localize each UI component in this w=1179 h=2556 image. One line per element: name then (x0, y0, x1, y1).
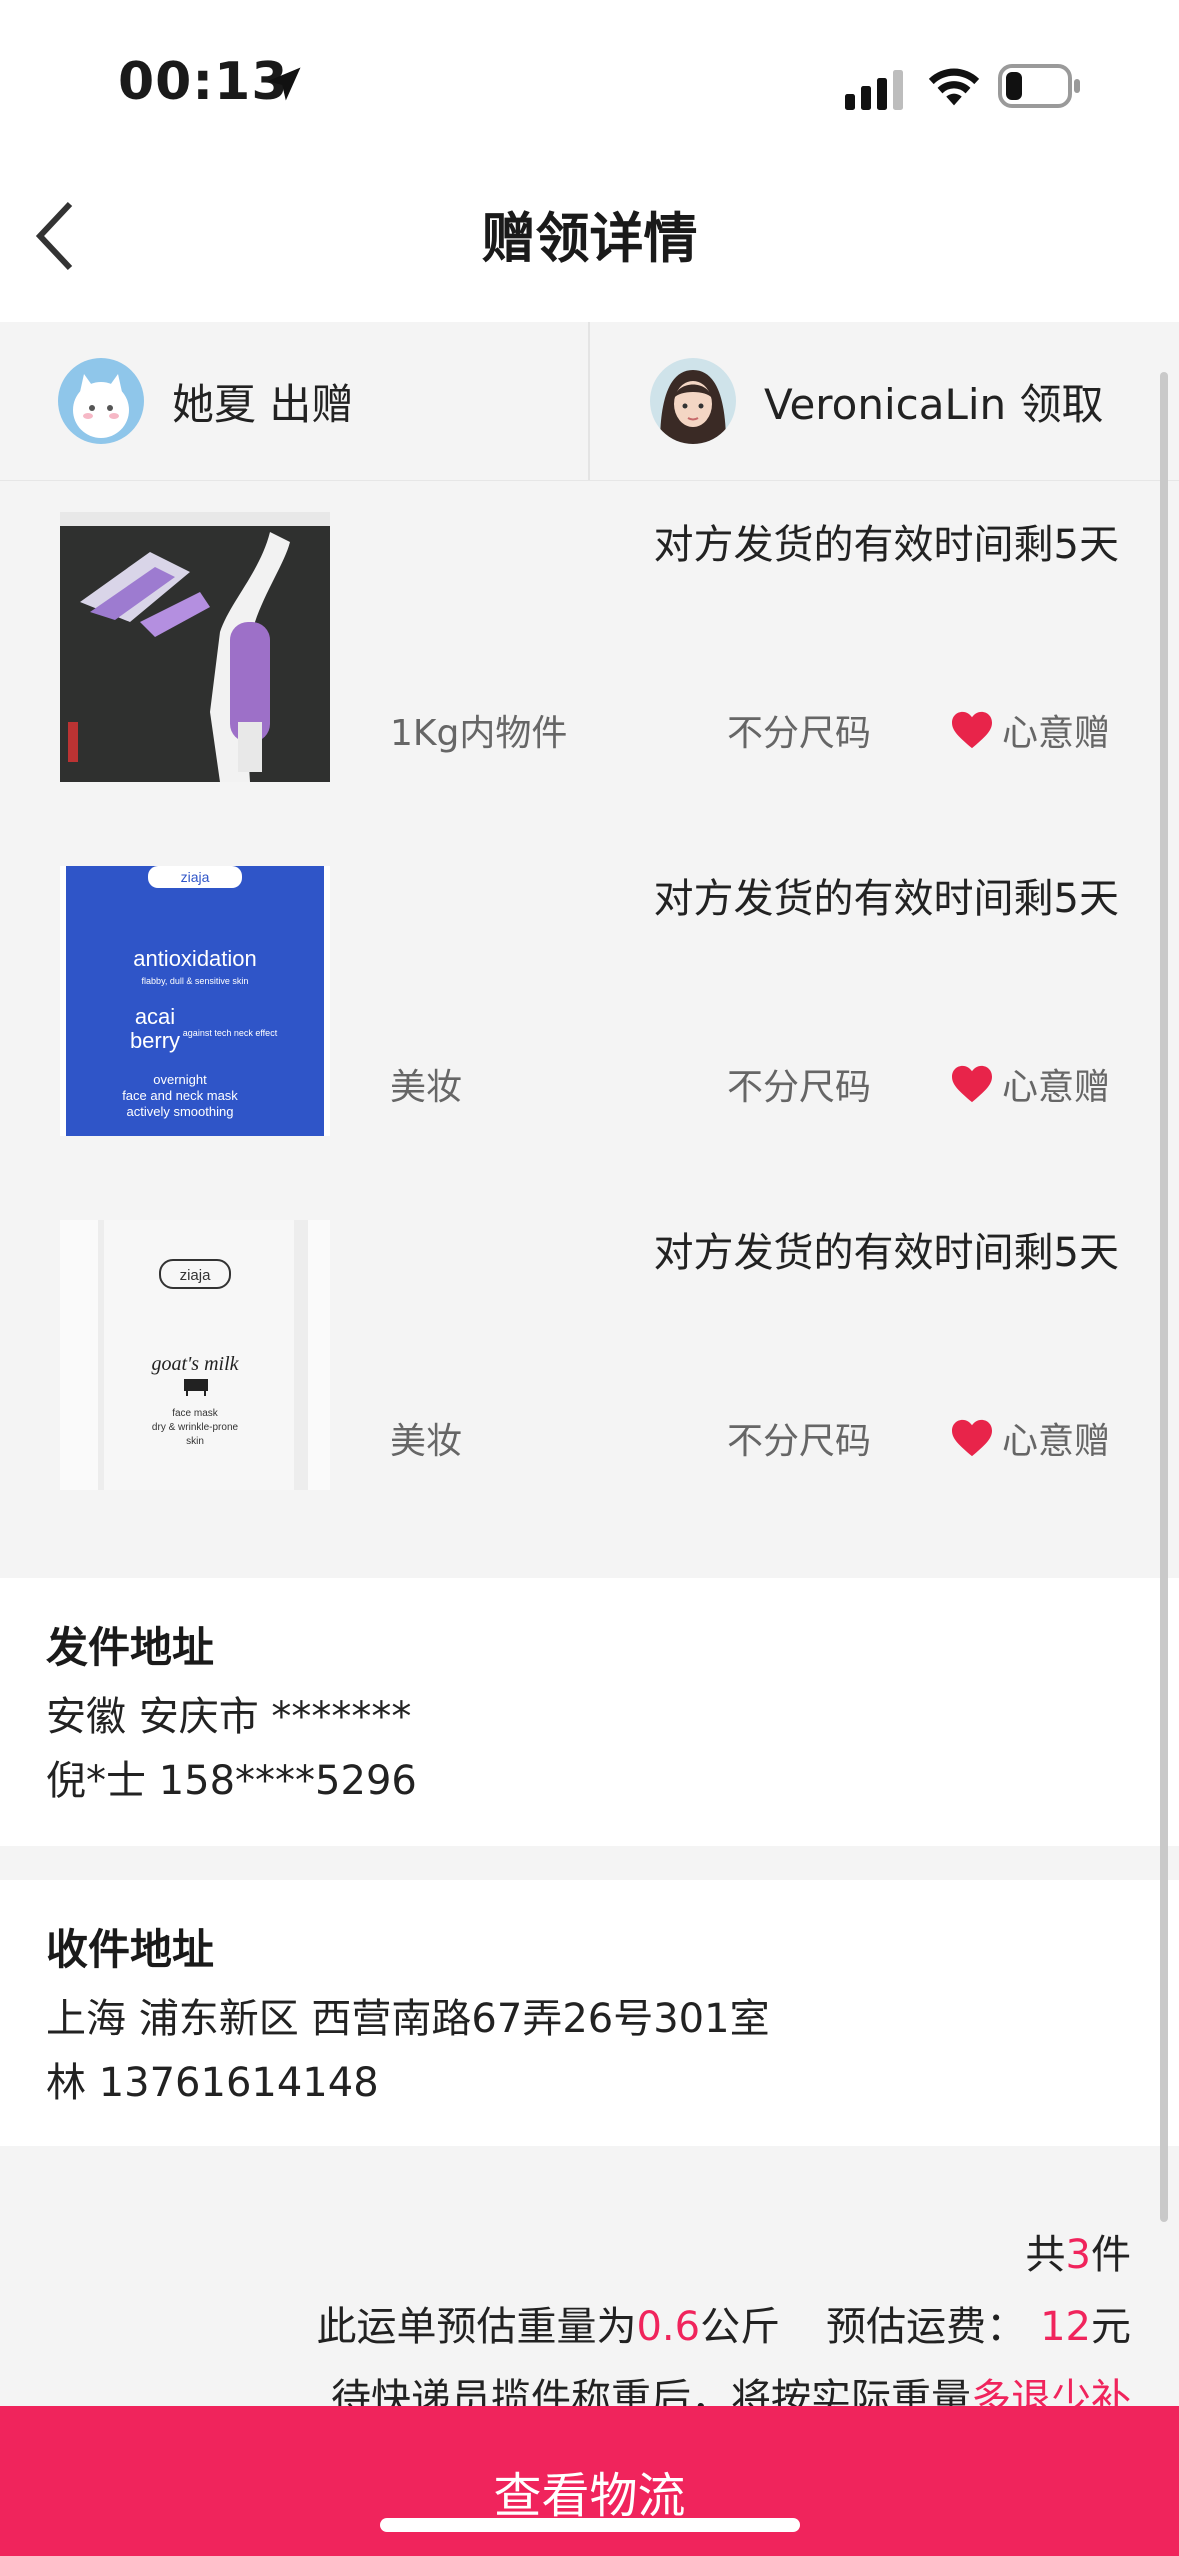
mask-line5-text: against tech neck effect (183, 1028, 278, 1038)
sender-address-title: 发件地址 (46, 1623, 215, 1672)
receiver-avatar (650, 358, 736, 444)
item-gift-type-label: 心意赠 (1002, 1421, 1111, 1462)
heart-icon (952, 1065, 992, 1103)
mask-line8-text: actively smoothing (127, 1104, 234, 1119)
mask-line1-text: antioxidation (133, 946, 257, 971)
sender-contact: 倪*士 158****5296 (46, 1758, 417, 1804)
location-arrow-icon (267, 67, 301, 101)
fee-prefix: 预估运费： (826, 2304, 1027, 2350)
receiver-user[interactable]: VeronicaLin 领取 (650, 322, 1104, 480)
receiver-address-detail: 上海 浦东新区 西营南路67弄26号301室 (46, 1996, 770, 2042)
gift-item[interactable]: 对方发货的有效时间剩5天 1Kg内物件 不分尺码 心意赠 (0, 482, 1179, 838)
giver-label: 她夏 出赠 (172, 379, 354, 429)
nav-bar: 赠领详情 (0, 150, 1179, 322)
receiver-address-title: 收件地址 (46, 1925, 215, 1974)
scrollbar[interactable] (1160, 372, 1168, 2222)
mask-line2-text: flabby, dull & sensitive skin (142, 976, 249, 986)
fee-value: 12 (1040, 2304, 1091, 2350)
item-gift-type: 心意赠 (950, 1058, 1110, 1110)
count-suffix: 件 (1091, 2232, 1131, 2278)
view-logistics-label: 查看物流 (493, 2468, 686, 2524)
count-value: 3 (1065, 2232, 1091, 2278)
mask-brand-text: ziaja (180, 1267, 212, 1284)
wifi-icon (928, 68, 980, 106)
item-thumbnail-white-mask: ziaja goat's milk face mask dry & wrinkl… (60, 1220, 330, 1490)
weight-fee-line: 此运单预估重量为0.6公斤 预估运费： 12元 (316, 2294, 1131, 2352)
item-size: 不分尺码 (727, 1067, 872, 1108)
sender-address-region: 安徽 安庆市 ******* (46, 1694, 412, 1740)
item-remaining-time: 对方发货的有效时间剩5天 (653, 1230, 1119, 1276)
gift-item[interactable]: ziaja goat's milk face mask dry & wrinkl… (0, 1190, 1179, 1544)
item-category: 美妆 (390, 1421, 463, 1462)
giver-user[interactable]: 她夏 出赠 (58, 322, 353, 480)
item-remaining-time: 对方发货的有效时间剩5天 (653, 522, 1119, 568)
receiver-contact: 林 13761614148 (46, 2060, 379, 2106)
users-row: 她夏 出赠 VeronicaLin 领取 (0, 322, 1179, 481)
sender-address-card: 发件地址 安徽 安庆市 ******* 倪*士 158****5296 (0, 1578, 1179, 1846)
mask-line2-text: face mask (172, 1408, 219, 1419)
giver-avatar (58, 358, 144, 444)
mask-line1-text: goat's milk (151, 1353, 239, 1375)
receiver-address-card: 收件地址 上海 浦东新区 西营南路67弄26号301室 林 1376161414… (0, 1880, 1179, 2146)
item-remaining-time: 对方发货的有效时间剩5天 (653, 876, 1119, 922)
item-gift-type: 心意赠 (950, 1412, 1110, 1464)
heart-icon (952, 1419, 992, 1457)
mask-line3-text: acai (135, 1004, 175, 1029)
cellular-signal-icon (845, 70, 903, 110)
item-category: 1Kg内物件 (390, 713, 568, 754)
mask-line4-text: skin (186, 1436, 204, 1447)
weight-prefix: 此运单预估重量为 (316, 2304, 637, 2350)
count-prefix: 共 (1025, 2232, 1066, 2278)
heart-icon (952, 711, 992, 749)
weight-value: 0.6 (636, 2304, 701, 2350)
item-gift-type: 心意赠 (950, 704, 1110, 756)
status-bar: 00:13 (0, 0, 1179, 150)
item-category: 美妆 (390, 1067, 463, 1108)
receiver-label: VeronicaLin 领取 (764, 379, 1104, 429)
item-count: 共3件 (1026, 2222, 1131, 2280)
gift-item[interactable]: ziaja antioxidation flabby, dull & sensi… (0, 836, 1179, 1192)
item-gift-type-label: 心意赠 (1002, 1067, 1111, 1108)
home-indicator[interactable] (380, 2518, 800, 2532)
mask-line4-text: berry (130, 1028, 180, 1053)
item-size: 不分尺码 (727, 1421, 872, 1462)
item-gift-type-label: 心意赠 (1002, 713, 1111, 754)
item-thumbnail-blue-mask: ziaja antioxidation flabby, dull & sensi… (60, 866, 330, 1136)
page-title: 赠领详情 (481, 207, 698, 270)
weight-suffix: 公斤 (700, 2304, 781, 2350)
item-thumbnail-lamp (60, 512, 330, 782)
view-logistics-button[interactable]: 查看物流 (0, 2406, 1179, 2556)
mask-line7-text: face and neck mask (122, 1088, 238, 1103)
item-size: 不分尺码 (727, 713, 872, 754)
users-divider (588, 322, 590, 480)
mask-line6-text: overnight (153, 1072, 207, 1087)
battery-icon (998, 64, 1080, 108)
mask-line3-text: dry & wrinkle-prone (152, 1422, 239, 1433)
fee-suffix: 元 (1091, 2304, 1131, 2350)
mask-brand-text: ziaja (181, 869, 210, 885)
